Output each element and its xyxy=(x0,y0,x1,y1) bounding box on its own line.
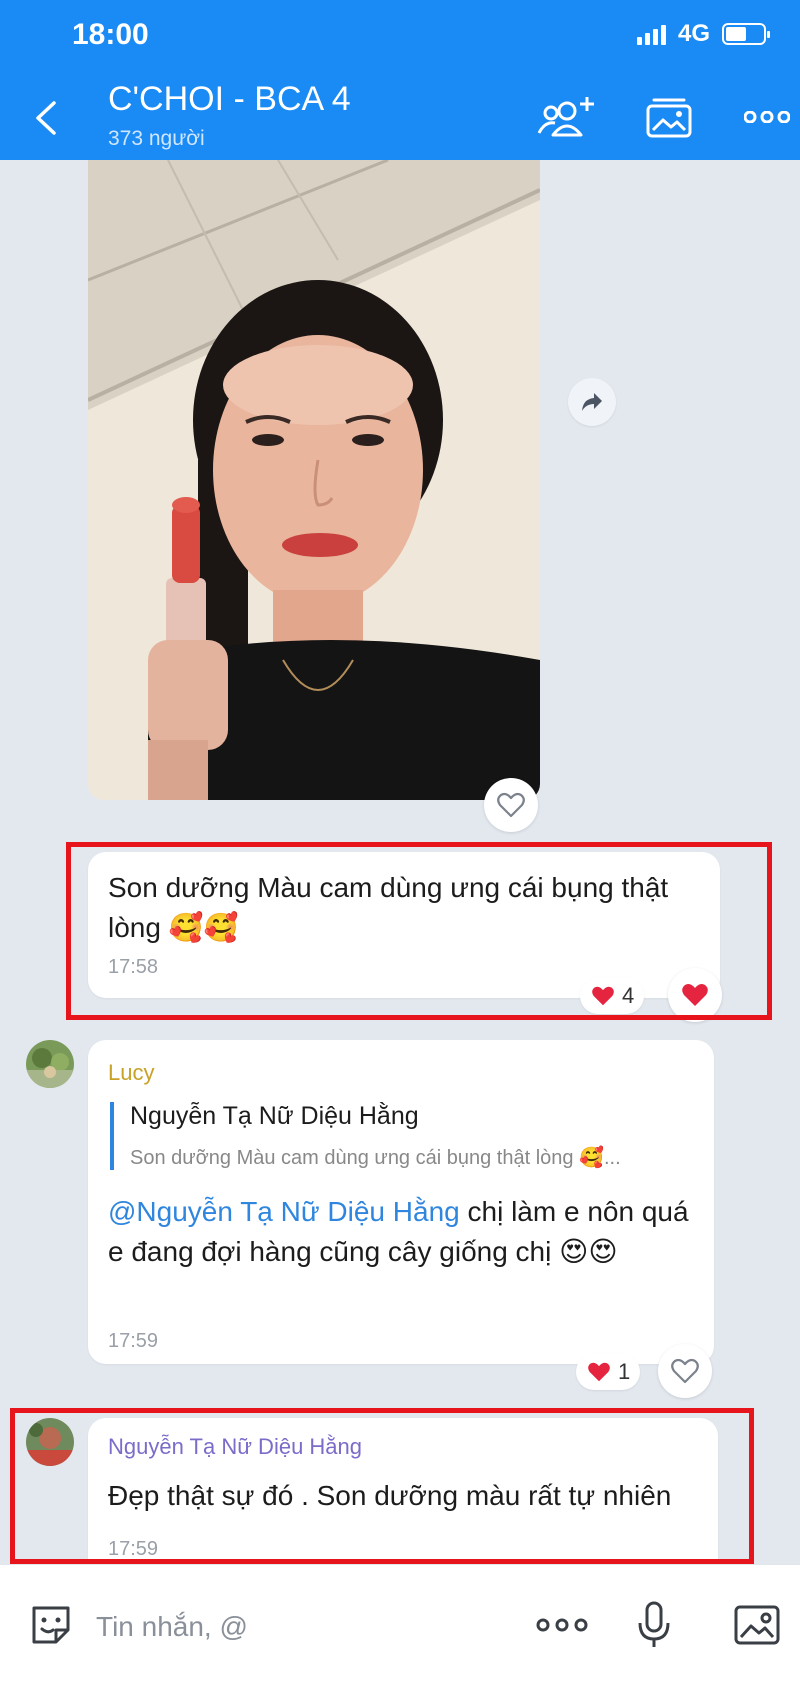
network-type: 4G xyxy=(677,20,710,47)
reaction-count: 1 xyxy=(618,1359,631,1384)
more-actions-button[interactable] xyxy=(534,1595,590,1655)
back-icon xyxy=(36,101,56,135)
more-icon xyxy=(536,1618,588,1632)
back-button[interactable] xyxy=(28,96,64,140)
message-time: 17:58 xyxy=(108,956,159,978)
microphone-icon xyxy=(638,1601,670,1647)
sender-name[interactable]: Lucy xyxy=(108,1060,154,1086)
sticker-icon xyxy=(32,1606,70,1644)
message-bubble[interactable]: Son dưỡng Màu cam dùng ưng cái bụng thật… xyxy=(88,852,720,998)
status-indicators: 4G xyxy=(636,20,770,48)
avatar[interactable] xyxy=(26,1418,74,1466)
react-button[interactable] xyxy=(668,968,722,1022)
sticker-button[interactable] xyxy=(24,1595,78,1655)
image-picker-button[interactable] xyxy=(730,1595,784,1655)
message-time: 17:59 xyxy=(108,1330,159,1352)
mention-link[interactable]: @Nguyễn Tạ Nữ Diệu Hằng xyxy=(108,1196,460,1227)
battery-icon xyxy=(722,23,770,45)
media-gallery-button[interactable] xyxy=(644,92,694,142)
message-text: Son dưỡng Màu cam dùng ưng cái bụng thật… xyxy=(108,872,669,943)
message-input[interactable]: Tin nhắn, @ xyxy=(96,1611,248,1643)
message-time: 17:59 xyxy=(108,1538,159,1560)
add-member-icon xyxy=(537,97,594,137)
message-text: @Nguyễn Tạ Nữ Diệu Hằng chị làm e nôn qu… xyxy=(108,1192,704,1272)
avatar[interactable] xyxy=(26,1040,74,1088)
sender-name[interactable]: Nguyễn Tạ Nữ Diệu Hằng xyxy=(108,1434,362,1460)
quoted-sender: Nguyễn Tạ Nữ Diệu Hằng xyxy=(130,1102,419,1130)
heart-outline-icon xyxy=(671,1358,699,1384)
voice-button[interactable] xyxy=(632,1595,676,1655)
quoted-text: Son dưỡng Màu cam dùng ưng cái bụng thật… xyxy=(130,1147,621,1169)
selfie-photo xyxy=(88,160,540,800)
member-count: 373 người xyxy=(108,127,205,150)
chat-header: 18:00 4G C'CHOI - BCA 4 373 người xyxy=(0,0,800,160)
message-input-bar: Tin nhắn, @ xyxy=(0,1564,800,1684)
heart-outline-icon xyxy=(497,792,525,818)
photo-react-button[interactable] xyxy=(484,778,538,832)
forward-button[interactable] xyxy=(568,378,616,426)
media-gallery-icon xyxy=(646,98,692,138)
message-text: Đẹp thật sự đó . Son dưỡng màu rất tự nh… xyxy=(108,1480,672,1511)
message-bubble[interactable]: Nguyễn Tạ Nữ Diệu Hằng Đẹp thật sự đó . … xyxy=(88,1418,718,1564)
status-time: 18:00 xyxy=(72,18,149,51)
heart-icon xyxy=(682,984,708,1006)
message-bubble[interactable]: Lucy Nguyễn Tạ Nữ Diệu Hằng Son dưỡng Mà… xyxy=(88,1040,714,1364)
reaction-summary[interactable]: 4 xyxy=(580,978,645,1014)
reaction-summary[interactable]: 1 xyxy=(576,1354,641,1390)
signal-icon xyxy=(636,23,666,45)
reaction-count: 4 xyxy=(622,983,635,1008)
photo-message[interactable] xyxy=(88,160,540,800)
image-icon xyxy=(734,1605,780,1645)
heart-icon xyxy=(588,1362,610,1382)
more-options-button[interactable] xyxy=(742,92,792,142)
react-button[interactable] xyxy=(658,1344,712,1398)
add-member-button[interactable] xyxy=(536,92,598,142)
forward-icon xyxy=(582,393,602,411)
message-list[interactable]: Son dưỡng Màu cam dùng ưng cái bụng thật… xyxy=(0,160,800,1564)
chat-title[interactable]: C'CHOI - BCA 4 xyxy=(108,80,351,119)
quoted-message[interactable]: Nguyễn Tạ Nữ Diệu Hằng Son dưỡng Màu cam… xyxy=(110,1102,690,1170)
heart-icon xyxy=(592,986,614,1006)
more-icon xyxy=(744,111,790,123)
